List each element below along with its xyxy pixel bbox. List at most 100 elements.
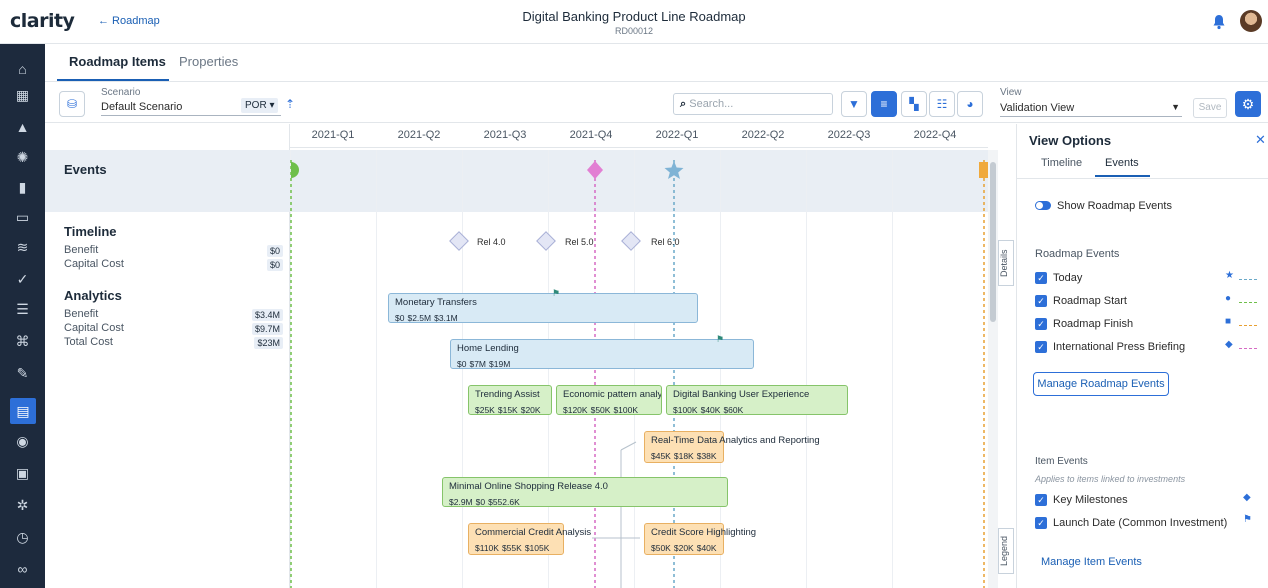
roadmap-item-bar[interactable]: Credit Score Highlighting $50K $20K $40K xyxy=(644,523,757,555)
top-bar: clarity ← Roadmap Digital Banking Produc… xyxy=(0,0,1268,44)
quarter-label: 2021-Q3 xyxy=(483,129,527,141)
presentation-icon[interactable]: ▭ xyxy=(0,204,45,230)
tab-roadmap-items[interactable]: Roadmap Items xyxy=(69,54,166,69)
bar-title: Minimal Online Shopping Release 4.0 xyxy=(449,481,608,492)
hierarchy-icon[interactable]: ⌘ xyxy=(0,328,45,354)
edit-icon[interactable]: ✎ xyxy=(0,360,45,386)
tab-timeline[interactable]: Timeline xyxy=(1041,157,1082,169)
database-icon[interactable]: ≋ xyxy=(0,234,45,260)
flag-icon: ⚑ xyxy=(1243,514,1252,525)
active-tab-indicator xyxy=(1095,175,1150,177)
timeline-view-icon[interactable]: ≡ xyxy=(871,91,897,117)
details-side-tab[interactable]: Details xyxy=(998,240,1014,286)
view-settings-gear-icon[interactable]: ⚙ xyxy=(1235,91,1261,117)
star-icon: ★ xyxy=(1225,270,1234,281)
quarter-label: 2022-Q3 xyxy=(827,129,871,141)
roadmap-item-bar[interactable]: Trending Assist $25K $15K $20K xyxy=(468,385,552,415)
view-label: View xyxy=(1000,87,1022,98)
manage-item-events-link[interactable]: Manage Item Events xyxy=(1041,556,1142,568)
roadmap-item-bar[interactable]: Minimal Online Shopping Release 4.0 $2.9… xyxy=(442,477,728,507)
quarter-label: 2022-Q4 xyxy=(913,129,957,141)
list-icon[interactable]: ☰ xyxy=(0,296,45,322)
show-events-toggle[interactable] xyxy=(1035,201,1051,210)
scenario-database-icon[interactable]: ⛁ xyxy=(59,91,85,117)
timeline-benefit-label: Benefit xyxy=(64,244,99,256)
scrollbar-thumb[interactable] xyxy=(990,162,996,322)
roadmap-item-bar[interactable]: Home Lending $0 $7M $19M xyxy=(450,339,754,369)
roadmap-item-bar[interactable]: Economic pattern analyti $120K $50K $100K xyxy=(556,385,662,415)
bar-value: $3.1M xyxy=(434,313,458,323)
bar-value: $15K xyxy=(497,405,518,415)
bar-title: Real-Time Data Analytics and Reporting xyxy=(651,435,820,446)
legend-side-tab[interactable]: Legend xyxy=(998,528,1014,574)
today-marker xyxy=(664,161,684,179)
press-briefing-marker xyxy=(587,161,603,179)
diamond-icon: ◆ xyxy=(1243,492,1251,503)
event-label: International Press Briefing xyxy=(1053,341,1186,353)
close-icon[interactable]: ✕ xyxy=(1255,132,1266,148)
milestone-label: Rel 4.0 xyxy=(477,237,506,247)
board-view-icon[interactable]: ▚ xyxy=(901,91,927,117)
item-events-hint: Applies to items linked to investments xyxy=(1035,474,1186,484)
bar-title: Economic pattern analyti xyxy=(563,389,662,400)
item-event-label: Launch Date (Common Investment) xyxy=(1053,517,1228,529)
square-icon: ■ xyxy=(1225,316,1232,327)
tab-properties[interactable]: Properties xyxy=(179,54,238,69)
timesheet-icon[interactable]: ▣ xyxy=(0,460,45,486)
roadmap-start-marker xyxy=(291,162,299,178)
clock-icon[interactable]: ◷ xyxy=(0,524,45,550)
view-options-title: View Options xyxy=(1029,133,1112,148)
search-input[interactable]: ⌕ Search... xyxy=(673,93,833,115)
bar-value: $120K xyxy=(563,405,588,415)
settings-icon[interactable]: ✲ xyxy=(0,492,45,518)
save-button[interactable]: Save xyxy=(1193,98,1227,118)
scenario-label: Scenario xyxy=(101,87,141,98)
bar-title: Credit Score Highlighting xyxy=(651,527,757,538)
timeline-capital-label: Capital Cost xyxy=(64,258,124,270)
ideas-icon[interactable]: ✺ xyxy=(0,144,45,170)
dashboard-icon[interactable]: ▦ xyxy=(0,82,45,108)
link-icon[interactable]: ∞ xyxy=(0,556,45,582)
chart-view-icon[interactable]: ◕ xyxy=(957,91,983,117)
key-milestones-checkbox[interactable]: ✓ xyxy=(1035,494,1047,506)
bell-icon[interactable] xyxy=(1212,14,1226,30)
list-view-icon[interactable]: ☷ xyxy=(929,91,955,117)
roadmap-start-checkbox[interactable]: ✓ xyxy=(1035,295,1047,307)
view-select[interactable]: Validation View ▼ xyxy=(1000,99,1182,117)
analytics-capital-value: $9.7M xyxy=(251,323,283,335)
pin-icon[interactable]: ⇡ xyxy=(285,97,295,111)
portfolio-icon[interactable]: ▲ xyxy=(0,114,45,140)
bar-value: $100K xyxy=(613,405,639,415)
bar-value: $20K xyxy=(520,405,541,415)
avatar[interactable] xyxy=(1240,10,1262,32)
diamond-icon: ◆ xyxy=(1225,339,1233,350)
reports-icon[interactable]: ▮ xyxy=(0,174,45,200)
roadmap-item-bar[interactable]: Monetary Transfers $0 $2.5M $3.1M xyxy=(388,293,698,323)
launch-date-checkbox[interactable]: ✓ xyxy=(1035,517,1047,529)
item-event-label: Key Milestones xyxy=(1053,494,1128,506)
launch-flag-icon: ⚑ xyxy=(716,334,725,344)
check-icon[interactable]: ✓ xyxy=(0,266,45,292)
roadmap-item-bar[interactable]: Digital Banking User Experience $100K $40… xyxy=(666,385,848,415)
bar-value: $552.6K xyxy=(488,497,520,507)
home-icon[interactable]: ⌂ xyxy=(0,56,45,82)
tab-events[interactable]: Events xyxy=(1105,157,1139,169)
press-line-swatch xyxy=(1239,348,1257,349)
milestone-label: Rel 6.0 xyxy=(651,237,680,247)
roadmap-item-bar[interactable]: Commercial Credit Analysis $110K $55K $105… xyxy=(468,523,592,555)
por-select[interactable]: POR ▾ xyxy=(241,98,279,113)
quarter-label: 2021-Q1 xyxy=(311,129,355,141)
bar-title: Digital Banking User Experience xyxy=(673,389,810,400)
bar-value: $0 xyxy=(395,313,405,323)
roadmap-icon[interactable]: ▤ xyxy=(10,398,36,424)
manage-roadmap-events-button[interactable]: Manage Roadmap Events xyxy=(1033,372,1169,396)
roadmap-item-bar[interactable]: Real-Time Data Analytics and Reporting $… xyxy=(644,431,820,463)
today-checkbox[interactable]: ✓ xyxy=(1035,272,1047,284)
team-icon[interactable]: ◉ xyxy=(0,428,45,454)
filter-icon[interactable]: ▼ xyxy=(841,91,867,117)
bar-title: Commercial Credit Analysis xyxy=(475,527,592,538)
bar-value: $19M xyxy=(489,359,511,369)
press-briefing-checkbox[interactable]: ✓ xyxy=(1035,341,1047,353)
roadmap-finish-checkbox[interactable]: ✓ xyxy=(1035,318,1047,330)
analytics-total-label: Total Cost xyxy=(64,336,113,348)
